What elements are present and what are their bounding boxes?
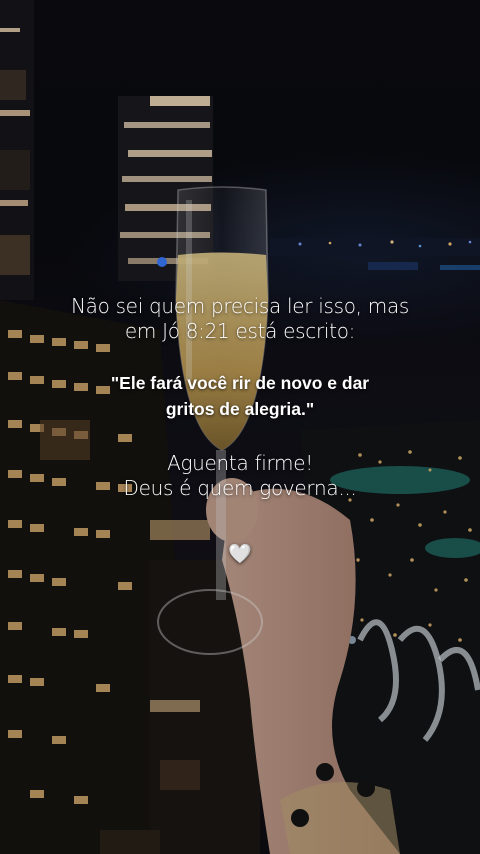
closing-line-2: Deus é quem governa... <box>123 476 357 500</box>
intro-text: Não sei quem precisa ler isso, mas em Jó… <box>0 294 480 344</box>
scripture-quote: "Ele fará você rir de novo e dar gritos … <box>0 370 480 422</box>
closing-text: Aguenta firme! Deus é quem governa... <box>0 451 480 501</box>
dim-overlay <box>0 0 480 854</box>
story-scene: Não sei quem precisa ler isso, mas em Jó… <box>0 0 480 854</box>
white-heart-icon: 🤍 <box>228 543 252 565</box>
quote-line-2: gritos de alegria." <box>165 399 315 419</box>
intro-line-2: em Jó 8:21 está escrito: <box>124 319 356 343</box>
closing-line-1: Aguenta firme! <box>167 451 313 475</box>
quote-line-1: "Ele fará você rir de novo e dar <box>110 373 370 393</box>
intro-line-1: Não sei quem precisa ler isso, mas <box>70 294 410 318</box>
